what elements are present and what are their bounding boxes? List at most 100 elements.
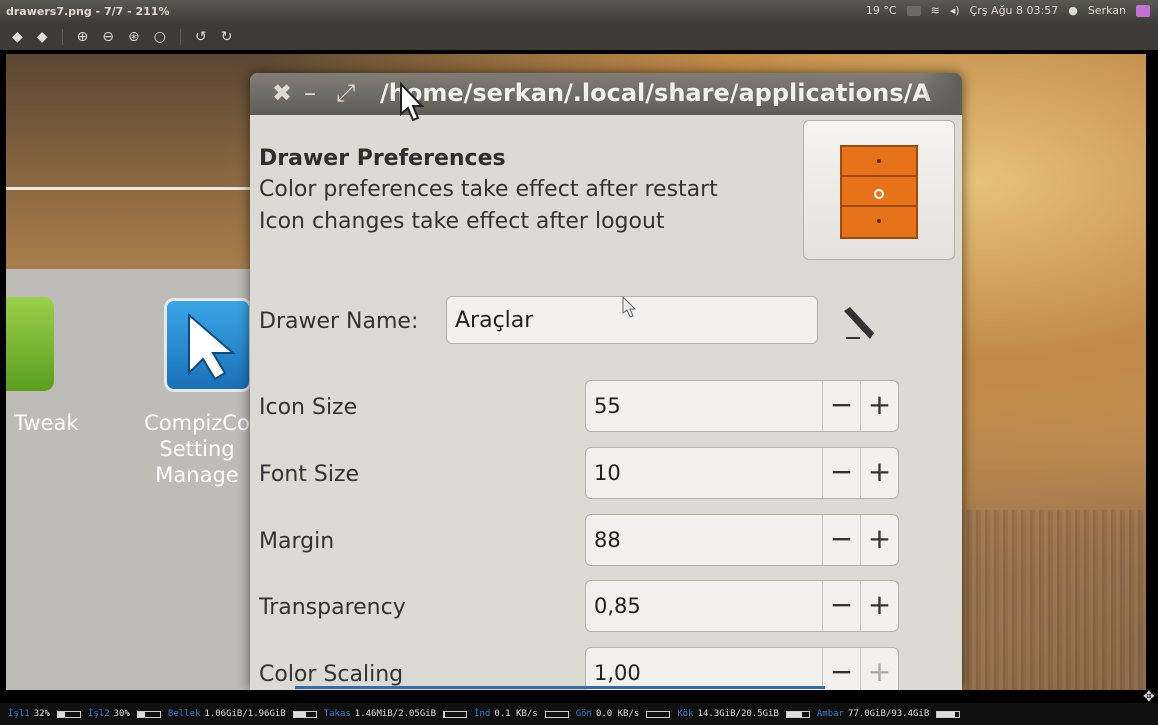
color-scaling-label: Color Scaling bbox=[259, 662, 404, 687]
rotate-left-icon[interactable]: ↺ bbox=[195, 29, 207, 45]
storage-meter-fill bbox=[937, 711, 956, 717]
decrement-button[interactable]: − bbox=[822, 581, 860, 631]
scroll-indicator bbox=[295, 686, 825, 689]
margin-spinner[interactable]: 88 − + bbox=[585, 514, 899, 566]
root-label: Kök bbox=[677, 709, 694, 719]
zoom-in-icon[interactable]: ⊕ bbox=[77, 29, 89, 45]
session-icon[interactable] bbox=[1136, 4, 1150, 17]
spinner-value[interactable]: 0,85 bbox=[594, 594, 641, 618]
window-titlebar[interactable]: ✖ – ⤢ /home/serkan/.local/share/applicat… bbox=[250, 73, 962, 115]
minimize-icon[interactable]: – bbox=[304, 79, 316, 107]
window-title: drawers7.png - 7/7 - 211% bbox=[6, 5, 170, 18]
pencil-icon[interactable] bbox=[838, 303, 878, 343]
cpu2-label: İşl2 bbox=[87, 709, 110, 719]
cpu1-value: 32% bbox=[33, 709, 50, 719]
upload-graph bbox=[646, 710, 671, 718]
increment-button[interactable]: + bbox=[860, 448, 898, 498]
decrement-button[interactable]: − bbox=[822, 381, 860, 431]
color-note: Color preferences take effect after rest… bbox=[259, 177, 718, 202]
wifi-icon[interactable]: ≋ bbox=[931, 4, 940, 17]
decrement-button[interactable]: − bbox=[822, 515, 860, 565]
spinner-value[interactable]: 1,00 bbox=[594, 661, 641, 685]
toolbar-separator bbox=[179, 29, 181, 45]
root-meter-fill bbox=[786, 711, 803, 717]
increment-button[interactable]: + bbox=[860, 648, 898, 690]
download-value: 0.1 KB/s bbox=[494, 709, 538, 719]
spinner-value[interactable]: 55 bbox=[594, 394, 621, 418]
mouse-cursor-icon bbox=[622, 296, 636, 318]
memory-label: Bellek bbox=[167, 709, 201, 719]
transparency-label: Transparency bbox=[259, 595, 406, 620]
increment-button[interactable]: + bbox=[860, 381, 898, 431]
margin-label: Margin bbox=[259, 529, 335, 554]
toolbar-separator bbox=[61, 29, 63, 45]
icon-note: Icon changes take effect after logout bbox=[259, 209, 665, 234]
ubuntu-tweak-icon[interactable] bbox=[6, 297, 54, 391]
maximize-icon[interactable]: ⤢ bbox=[336, 79, 355, 107]
zoom-out-icon[interactable]: ⊖ bbox=[102, 29, 114, 45]
drawer-divider bbox=[6, 187, 266, 190]
app-label-tweak[interactable]: Tweak bbox=[14, 410, 78, 436]
weather-indicator[interactable]: 19 °C bbox=[866, 4, 897, 17]
drawer-icon bbox=[840, 145, 918, 239]
forward-icon[interactable]: ◆ bbox=[37, 29, 48, 45]
memory-meter bbox=[292, 710, 317, 718]
app-label-ccsm[interactable]: CompizCo Setting Manage bbox=[132, 410, 262, 488]
font-size-spinner[interactable]: 10 − + bbox=[585, 447, 899, 499]
drawer-preferences-window: ✖ – ⤢ /home/serkan/.local/share/applicat… bbox=[250, 73, 962, 690]
transparency-spinner[interactable]: 0,85 − + bbox=[585, 580, 899, 632]
image-canvas[interactable]: Tweak CompizCo Setting Manage ✖ – ⤢ /hom… bbox=[6, 54, 1146, 690]
increment-button[interactable]: + bbox=[860, 581, 898, 631]
user-name[interactable]: Serkan bbox=[1088, 4, 1126, 17]
back-icon[interactable]: ◆ bbox=[12, 29, 23, 45]
root-meter bbox=[785, 710, 810, 718]
cpu2-value: 30% bbox=[113, 709, 130, 719]
window-title-text: /home/serkan/.local/share/applications/A bbox=[380, 79, 931, 107]
top-panel: drawers7.png - 7/7 - 211% 19 °C ≋ ◂) Çrş… bbox=[0, 0, 1158, 24]
storage-value: 77.0GiB/93.4GiB bbox=[847, 709, 930, 719]
title-fade bbox=[922, 73, 962, 115]
cpu1-meter-fill bbox=[57, 711, 65, 717]
download-graph bbox=[544, 710, 569, 718]
decrement-button[interactable]: − bbox=[822, 448, 860, 498]
close-icon[interactable]: ✖ bbox=[272, 79, 292, 107]
memory-value: 1.06GiB/1.96GiB bbox=[204, 709, 286, 719]
icon-size-spinner[interactable]: 55 − + bbox=[585, 380, 899, 432]
font-size-label: Font Size bbox=[259, 462, 360, 487]
viewer-toolbar: ◆ ◆ ⊕ ⊖ ⊛ ○ ↺ ↻ bbox=[0, 24, 1158, 50]
ccsm-icon[interactable] bbox=[164, 298, 252, 392]
cpu1-meter bbox=[56, 710, 81, 718]
decrement-button[interactable]: − bbox=[822, 648, 860, 690]
keyboard-indicator-icon[interactable] bbox=[906, 5, 921, 16]
spinner-value[interactable]: 88 bbox=[594, 528, 621, 552]
storage-label: Ambar bbox=[816, 709, 844, 719]
preferences-heading: Drawer Preferences bbox=[259, 146, 506, 171]
cpu1-label: İşl1 bbox=[8, 709, 30, 719]
icon-size-label: Icon Size bbox=[259, 395, 358, 420]
cpu2-meter bbox=[136, 710, 161, 718]
system-monitor-bar: İşl1 32% İşl2 30% Bellek 1.06GiB/1.96GiB… bbox=[0, 703, 1158, 725]
storage-meter bbox=[936, 710, 961, 718]
increment-button[interactable]: + bbox=[860, 515, 898, 565]
status-strip bbox=[0, 690, 1158, 703]
rotate-right-icon[interactable]: ↻ bbox=[221, 29, 233, 45]
color-scaling-spinner[interactable]: 1,00 − + bbox=[585, 647, 899, 690]
system-tray: 19 °C ≋ ◂) Çrş Ağu 8 03:57 ● Serkan bbox=[866, 4, 1150, 17]
cpu2-meter-fill bbox=[137, 711, 145, 717]
upload-value: 0.0 KB/s bbox=[595, 709, 640, 719]
zoom-normal-icon[interactable]: ○ bbox=[154, 29, 166, 45]
zoom-fit-icon[interactable]: ⊛ bbox=[128, 29, 140, 45]
spinner-value[interactable]: 10 bbox=[594, 461, 621, 485]
mouse-cursor-icon bbox=[400, 82, 425, 122]
viewer-margin bbox=[1146, 54, 1158, 690]
user-icon: ● bbox=[1068, 4, 1078, 17]
drawer-name-label: Drawer Name: bbox=[259, 309, 419, 334]
swap-label: Takas bbox=[323, 709, 351, 719]
memory-meter-fill bbox=[293, 711, 306, 717]
drawer-icon-button[interactable] bbox=[803, 120, 955, 260]
clock[interactable]: Çrş Ağu 8 03:57 bbox=[970, 4, 1059, 17]
swap-value: 1.46MiB/2.05GiB bbox=[354, 709, 437, 719]
swap-meter bbox=[443, 710, 468, 718]
volume-icon[interactable]: ◂) bbox=[950, 4, 960, 17]
upload-label: Gön bbox=[575, 709, 592, 719]
